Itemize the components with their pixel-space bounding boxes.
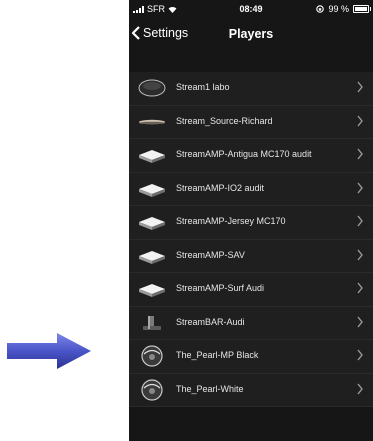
player-name: StreamAMP-IO2 audit [176,182,265,193]
player-name: The_Pearl-White [176,383,244,394]
player-row[interactable]: StreamAMP-Surf Audi [129,273,373,307]
amp-box-icon [139,183,165,197]
chevron-right-icon [357,282,363,294]
chevron-right-icon [357,349,363,361]
player-name: Stream1 labo [176,82,230,92]
amp-box-icon [139,250,165,264]
player-name: Stream_Source-Richard [176,115,273,126]
player-list: Stream1 labo Stream_Source-Richard Strea… [129,72,373,407]
battery-percent: 99 % [328,4,349,14]
pointer-arrow-icon [7,333,91,369]
player-row[interactable]: The_Pearl-MP Black [129,340,373,374]
player-row[interactable]: The_Pearl-White [129,373,373,407]
chevron-right-icon [357,316,363,327]
pearl-speaker-icon [141,378,163,401]
flat-source-icon [139,119,165,124]
player-row[interactable]: Stream1 labo [129,72,373,106]
amp-box-icon [139,150,165,163]
status-bar: SFR 08:49 99 % [129,0,373,18]
player-row[interactable]: StreamAMP-Antigua MC170 audit [129,139,373,173]
player-name: StreamBAR-Audi [176,316,245,327]
amp-box-icon [139,284,165,297]
player-name: The_Pearl-MP Black [176,350,259,360]
chevron-right-icon [357,249,363,260]
speaker-oval-icon [138,79,166,97]
amp-box-icon [139,217,165,230]
player-row[interactable]: StreamAMP-SAV [129,239,373,273]
chevron-right-icon [357,148,363,160]
battery-icon [353,5,371,13]
rotation-lock-icon [316,5,325,13]
soundbar-icon [143,315,161,330]
chevron-right-icon [357,81,363,93]
player-name: StreamAMP-Jersey MC170 [176,216,286,226]
chevron-right-icon [357,215,363,227]
pearl-speaker-icon [141,345,163,367]
player-row[interactable]: StreamAMP-Jersey MC170 [129,206,373,240]
player-row[interactable]: StreamAMP-IO2 audit [129,172,373,206]
player-row[interactable]: Stream_Source-Richard [129,105,373,139]
chevron-right-icon [357,182,363,193]
page-title: Players [228,27,274,41]
chevron-right-icon [357,383,363,394]
player-name: StreamAMP-Surf Audi [176,283,265,293]
player-name: StreamAMP-Antigua MC170 audit [176,149,312,159]
player-row[interactable]: StreamBAR-Audi [129,306,373,340]
player-name: StreamAMP-SAV [176,249,245,260]
chevron-right-icon [357,115,363,126]
navigation-bar: Settings Players [129,20,373,50]
phone-screen: SFR 08:49 99 % Settings Players Stream1 … [129,0,373,441]
